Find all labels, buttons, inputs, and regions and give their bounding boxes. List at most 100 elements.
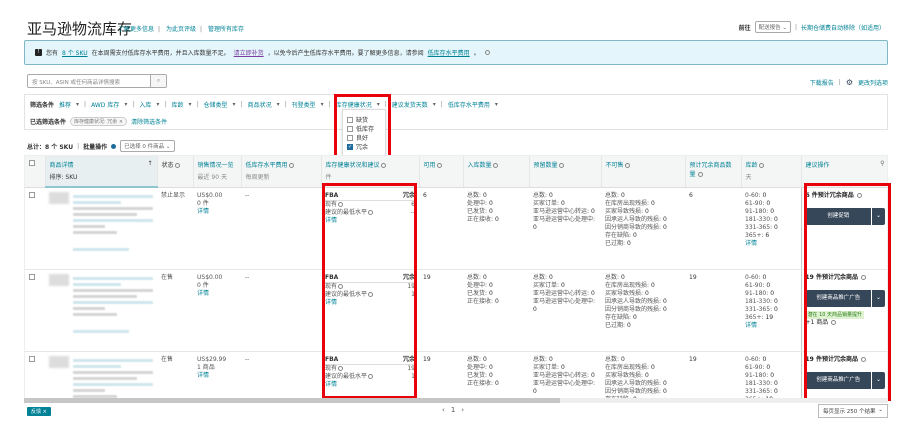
- unf-line: 已过期: 0: [605, 239, 631, 247]
- filter-label: 筛选条件: [30, 102, 55, 109]
- inventory-age: 0-60: 0 61-90: 0 91-180: 0 181-330: 0 331-36…: [741, 351, 801, 399]
- col-fee[interactable]: 低库存水平费用 每周更新: [241, 156, 322, 188]
- filter-2[interactable]: 入库: [139, 100, 151, 109]
- col-label: 低库存水平费用: [245, 162, 288, 169]
- sku-link[interactable]: 8 个 SKU: [62, 48, 88, 57]
- reserved-line: 亚马逊运营中心处理中: 0: [533, 215, 596, 231]
- col-reserved[interactable]: 预留数量: [529, 156, 602, 188]
- inbound-line: 已发货: 0: [467, 207, 493, 215]
- page-number[interactable]: 1: [451, 406, 455, 414]
- row-checkbox[interactable]: [29, 355, 35, 362]
- filter-1[interactable]: AWD 库存: [91, 100, 119, 109]
- age-line: 181-330: 0: [745, 379, 778, 387]
- filter-8[interactable]: 建议发货天数: [392, 100, 428, 109]
- status: 禁止显示: [157, 187, 193, 270]
- info-circle-icon[interactable]: [484, 50, 490, 55]
- filter-panel: 筛选条件 推荐 ▾ | AWD 库存 ▾ | 入库 ▾ | 库龄 ▾ | 仓储类型 ▾ | 商品状况 …: [24, 94, 888, 130]
- filter-4[interactable]: 仓储类型: [204, 100, 228, 109]
- unf-line: 总数: 0: [605, 355, 625, 363]
- learn-more-link[interactable]: 了解更多信息: [118, 26, 154, 33]
- prev-page-button[interactable]: ‹: [442, 406, 445, 414]
- inbound-line: 处理中: 0: [467, 281, 493, 289]
- inbound: 总数: 0 处理中: 0 已发货: 0 正在接收: 0: [463, 269, 529, 352]
- details-link[interactable]: 详情: [745, 322, 757, 329]
- col-product[interactable]: 商品详情 ↑ 排序: SKU: [45, 156, 158, 188]
- col-age[interactable]: 库龄天: [741, 156, 802, 188]
- per-page-select[interactable]: 每页显示 250 个结果 ⌄: [818, 404, 888, 418]
- rate-page-link[interactable]: 为此页评级: [166, 26, 196, 33]
- reserved-line: 亚马逊运营中心处理中: 0: [533, 297, 596, 313]
- filter-3[interactable]: 库龄: [171, 100, 183, 109]
- col-sub: 排序: SKU: [49, 174, 78, 181]
- filter-chip-health[interactable]: 库存健康状况: 冗余 ×: [70, 117, 128, 126]
- unf-line: 在库房出现残损: 0: [605, 363, 655, 371]
- col-label: 库龄: [745, 162, 758, 169]
- inbound-line: 正在接收: 0: [467, 379, 499, 387]
- next-page-button[interactable]: ›: [461, 406, 464, 414]
- totals-bar: 总计：8 个 SKU | 批量操作 已选择 0 件商品 ⌄: [27, 140, 175, 152]
- select-all-checkbox[interactable]: [29, 160, 35, 166]
- search-button[interactable]: ⌕: [150, 75, 166, 87]
- col-unfulfillable[interactable]: 不可售: [601, 156, 686, 188]
- details-link[interactable]: 详情: [197, 372, 209, 379]
- per-page-value: 每页显示 250 个结果: [823, 409, 876, 415]
- row-checkbox[interactable]: [29, 191, 35, 198]
- details-link[interactable]: 详情: [197, 208, 209, 215]
- unf-line: 买家导致残损: 0: [605, 371, 649, 379]
- filter-9[interactable]: 低库存水平费用: [448, 100, 490, 109]
- unf-line: 因承运人导致的残损: 0: [605, 379, 667, 387]
- col-sub: 每周更新: [245, 174, 270, 181]
- caret-down-icon: ▾: [188, 101, 192, 108]
- reserved-line: 总数: 0: [533, 273, 553, 281]
- col-label: 库存健康状况和建议: [325, 162, 380, 169]
- col-inbound[interactable]: 入库数量: [463, 156, 530, 188]
- header-links: 了解更多信息 | 为此页评级 | 管理所有库存: [118, 26, 244, 33]
- inbound-line: 总数: 0: [467, 191, 487, 199]
- age-line: 0-60: 0: [745, 355, 767, 363]
- column-options-link[interactable]: 更改列选项: [858, 78, 888, 87]
- highlight-box: [334, 94, 391, 158]
- unf-line: 在库房出现残损: 0: [605, 281, 655, 289]
- inventory-age: 0-60: 0 61-90: 0 91-180: 0 181-330: 0 331-36…: [741, 269, 801, 352]
- inbound-line: 处理中: 0: [467, 199, 493, 207]
- product-details: [45, 187, 157, 270]
- table-row: 在售 US$29.99 1 商品 详情 -- FBA 冗余 现有 19 建议的最低水平 1…: [25, 351, 887, 399]
- selected-items-value: 已选择 0 件商品: [124, 144, 165, 150]
- restock-link[interactable]: 请立即补货: [234, 48, 264, 57]
- reserved: 总数: 0 买家订单: 0 亚马逊运营中心转运: 0 亚马逊运营中心处理中: 0: [529, 269, 601, 352]
- table-row: 禁止显示 US$0.00 0 件详情 -- FBA 冗余 现有 6 建议的最低水平 --…: [25, 187, 887, 270]
- units-sold: 1 商品: [197, 363, 215, 371]
- pin-icon[interactable]: ⚲: [880, 160, 884, 167]
- goto-select[interactable]: 配送报告 ⌄: [754, 21, 791, 33]
- scrollbar-thumb[interactable]: [24, 398, 560, 403]
- excess: 19: [685, 351, 741, 399]
- selected-items-select[interactable]: 已选择 0 件商品 ⌄: [120, 140, 175, 152]
- feedback-button[interactable]: 反馈 ×: [27, 407, 51, 416]
- col-excess[interactable]: 预计冗余商品数量: [685, 156, 742, 188]
- details-link[interactable]: 详情: [197, 290, 209, 297]
- filter-5[interactable]: 商品状况: [248, 100, 272, 109]
- horizontal-scrollbar[interactable]: [24, 398, 888, 403]
- caret-down-icon: ▾: [76, 101, 80, 108]
- reserved-line: 总数: 0: [533, 191, 553, 199]
- long-term-storage-link[interactable]: 长期仓储费自动移除（如适用）: [801, 23, 885, 32]
- clear-filters-link[interactable]: 清除筛选条件: [131, 117, 167, 126]
- row-checkbox[interactable]: [29, 273, 35, 280]
- download-report-link[interactable]: 下载报告: [810, 78, 834, 87]
- filter-6[interactable]: 刊登类型: [292, 100, 316, 109]
- status: 在售: [157, 351, 193, 399]
- col-available[interactable]: 可用: [419, 156, 464, 188]
- manage-inventory-link[interactable]: 管理所有库存: [208, 26, 244, 33]
- details-link[interactable]: 详情: [745, 240, 757, 247]
- search-input[interactable]: 按 SKU、ASIN 或任何商品详情搜索: [28, 75, 150, 87]
- fee-link[interactable]: 低库存水平费用: [428, 48, 470, 57]
- filter-0[interactable]: 推荐: [59, 100, 71, 109]
- highlight-box: [804, 183, 891, 401]
- low-inventory-banner: ! 您有 8 个 SKU 在本周需支付低库存水平费用，并且入库数量不足。 请立即…: [24, 40, 888, 65]
- banner-text: 您有: [46, 50, 59, 57]
- goto-select-value: 配送报告: [758, 25, 781, 31]
- col-sales[interactable]: 销售情况一览 最近 90 天: [193, 156, 242, 188]
- inbound-line: 处理中: 0: [467, 363, 493, 371]
- inbound-line: 已发货: 0: [467, 371, 493, 379]
- product-image: [49, 192, 69, 204]
